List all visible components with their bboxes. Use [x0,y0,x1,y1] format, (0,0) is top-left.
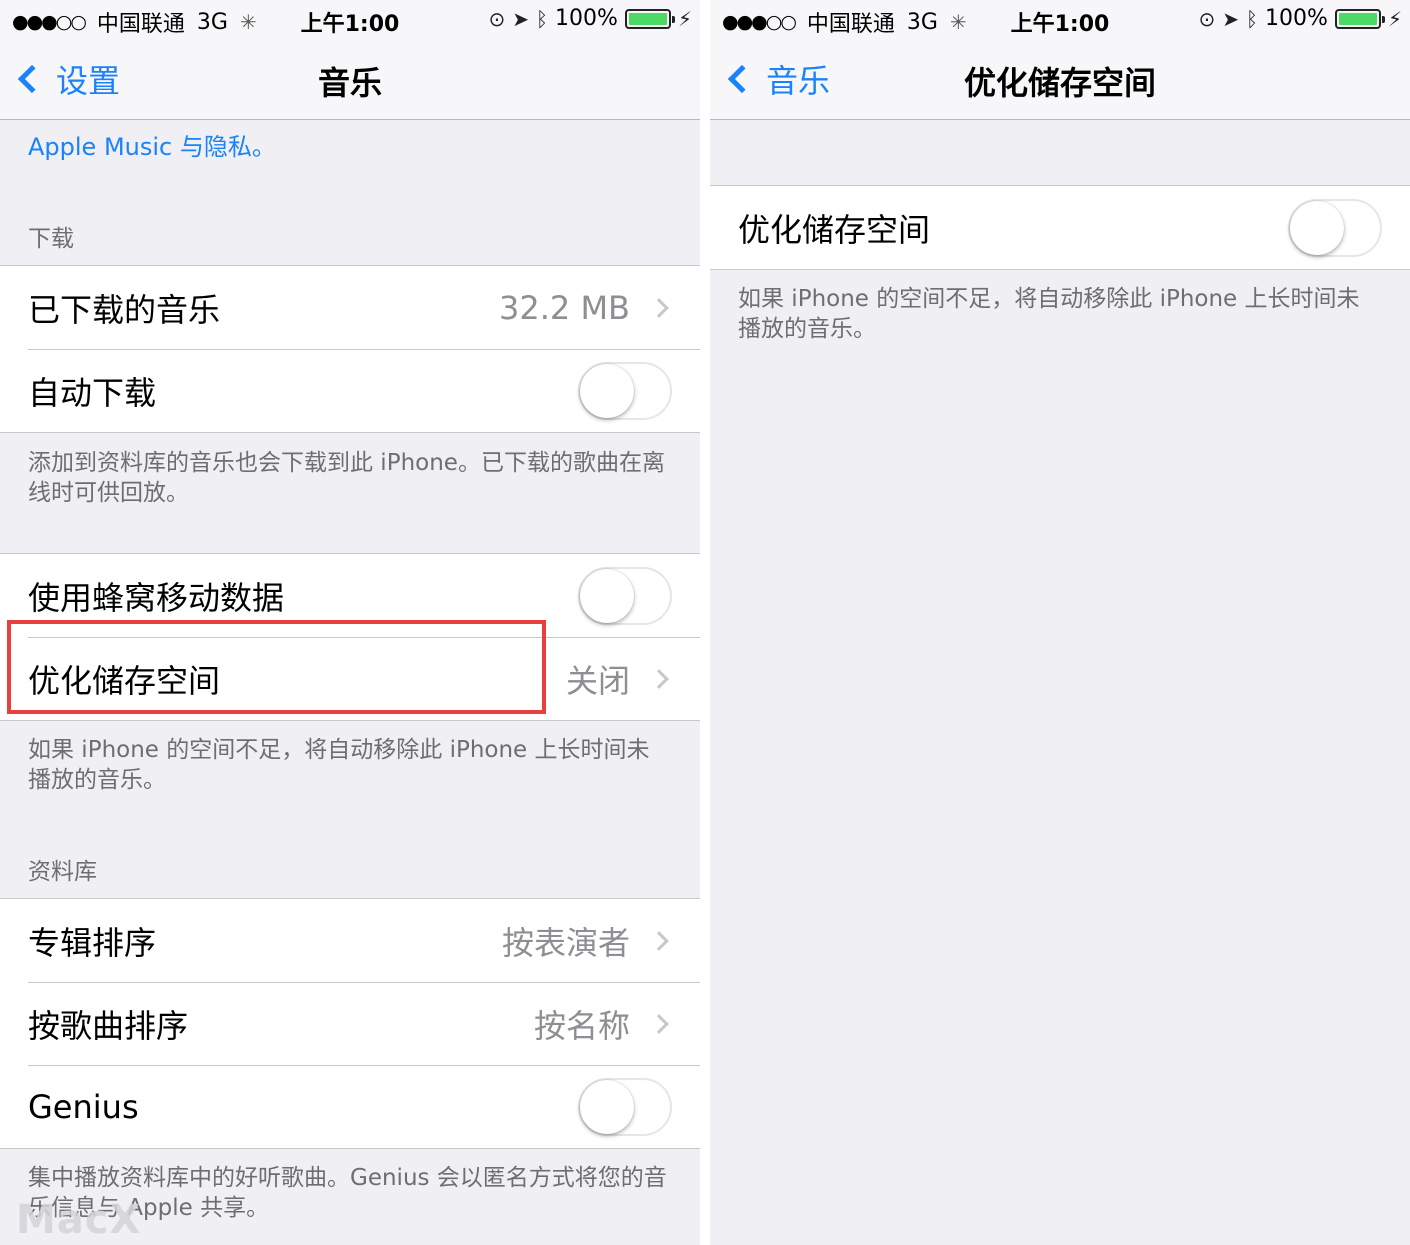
downloaded-music-row[interactable]: 已下载的音乐 32.2 MB [0,266,700,349]
battery-percent: 100% [555,6,618,31]
location-arrow-icon: ➤ [1222,6,1240,31]
settings-list: Apple Music 与隐私。 下载 已下载的音乐 32.2 MB 自动下载 … [0,121,700,1223]
status-bar: ●●●○○ 中国联通 3G ✳ 上午1:00 ⊙ ➤ ᛒ 100% ⚡ [0,0,700,40]
orientation-lock-icon: ⊙ [1198,6,1216,31]
row-value: 32.2 MB [499,288,630,327]
screen-divider [700,0,710,1245]
top-bar: ●●●○○ 中国联通 3G ✳ 上午1:00 ⊙ ➤ ᛒ 100% ⚡ 设置 音… [0,0,700,120]
navigation-bar: 音乐 优化储存空间 [710,40,1410,120]
chevron-right-icon [649,297,669,318]
optimize-storage-footer: 如果 iPhone 的空间不足，将自动移除此 iPhone 上长时间未播放的音乐… [28,737,650,793]
music-settings-screen: ●●●○○ 中国联通 3G ✳ 上午1:00 ⊙ ➤ ᛒ 100% ⚡ 设置 音… [0,0,700,1245]
auto-download-row: 自动下载 [0,349,700,432]
bluetooth-icon: ᛒ [536,6,549,31]
status-bar: ●●●○○ 中国联通 3G ✳ 上午1:00 ⊙ ➤ ᛒ 100% ⚡ [710,0,1410,40]
row-value: 关闭 [565,661,630,700]
chevron-right-icon [649,1013,669,1034]
toggle-knob [580,1079,634,1134]
orientation-lock-icon: ⊙ [488,6,506,31]
row-label: 优化储存空间 [738,210,931,249]
section-header-library: 资料库 [28,859,97,885]
bluetooth-icon: ᛒ [1246,6,1259,31]
cellular-group: 使用蜂窝移动数据 优化储存空间 关闭 [0,553,700,721]
row-label: 按歌曲排序 [28,1006,189,1045]
page-title: 优化储存空间 [963,64,1156,102]
navigation-bar: 设置 音乐 [0,40,700,120]
location-arrow-icon: ➤ [512,6,530,31]
page-title: 音乐 [317,64,382,102]
genius-toggle[interactable] [578,1077,672,1136]
auto-download-toggle[interactable] [578,361,672,420]
section-header-download: 下载 [28,226,74,252]
optimize-storage-toggle[interactable] [1288,198,1382,257]
genius-row: Genius [0,1065,700,1148]
row-label: 自动下载 [28,373,157,412]
optimize-storage-screen: ●●●○○ 中国联通 3G ✳ 上午1:00 ⊙ ➤ ᛒ 100% ⚡ 音乐 优… [710,0,1410,1245]
apple-music-privacy-link[interactable]: Apple Music 与隐私。 [0,127,700,162]
cellular-data-row: 使用蜂窝移动数据 [0,554,700,637]
download-group: 已下载的音乐 32.2 MB 自动下载 [0,265,700,433]
chevron-right-icon [649,668,669,689]
toggle-knob [1290,200,1344,255]
optimize-storage-footer: 如果 iPhone 的空间不足，将自动移除此 iPhone 上长时间未播放的音乐… [738,286,1360,342]
charging-bolt-icon: ⚡ [1387,6,1402,31]
row-value: 按名称 [533,1006,630,1045]
settings-list: 优化储存空间 如果 iPhone 的空间不足，将自动移除此 iPhone 上长时… [710,121,1410,344]
battery-percent: 100% [1265,6,1328,31]
download-footer: 添加到资料库的音乐也会下载到此 iPhone。已下载的歌曲在离线时可供回放。 [28,450,665,506]
optimize-storage-row: 优化储存空间 [710,186,1410,269]
album-sort-row[interactable]: 专辑排序 按表演者 [0,899,700,982]
toggle-knob [580,568,634,623]
row-label: 优化储存空间 [28,661,221,700]
row-label: 已下载的音乐 [28,290,221,329]
row-label: Genius [28,1087,139,1126]
row-label: 专辑排序 [28,923,157,962]
row-value: 按表演者 [501,923,630,962]
library-group: 专辑排序 按表演者 按歌曲排序 按名称 Genius [0,898,700,1149]
charging-bolt-icon: ⚡ [677,6,692,31]
watermark: MacX [16,1197,142,1243]
row-label: 使用蜂窝移动数据 [28,578,285,617]
chevron-right-icon [649,930,669,951]
optimize-storage-row[interactable]: 优化储存空间 关闭 [0,637,700,720]
cellular-data-toggle[interactable] [578,566,672,625]
song-sort-row[interactable]: 按歌曲排序 按名称 [0,982,700,1065]
battery-icon [624,8,675,29]
toggle-knob [580,363,634,418]
top-bar: ●●●○○ 中国联通 3G ✳ 上午1:00 ⊙ ➤ ᛒ 100% ⚡ 音乐 优… [710,0,1410,120]
optimize-storage-group: 优化储存空间 [710,185,1410,270]
battery-icon [1334,8,1385,29]
